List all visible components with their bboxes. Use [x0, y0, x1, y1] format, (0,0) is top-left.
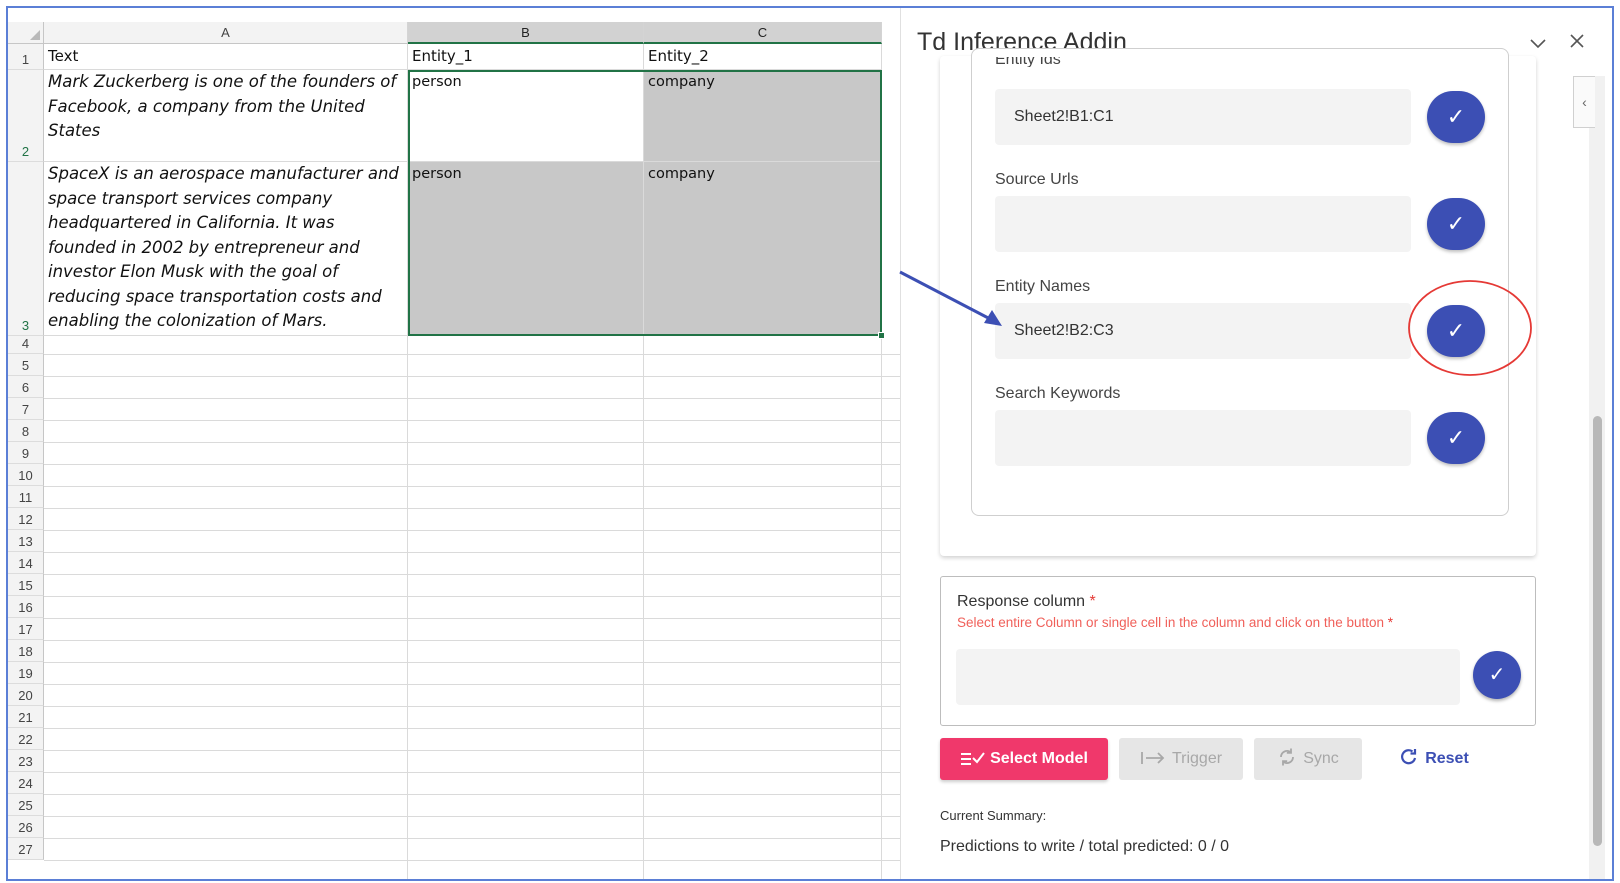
- response-column-hint: Select entire Column or single cell in t…: [957, 615, 1393, 630]
- row-header[interactable]: 24: [8, 772, 44, 794]
- entity-names-field[interactable]: Sheet2!B2:C3: [995, 303, 1411, 359]
- row-header[interactable]: 18: [8, 640, 44, 662]
- row-header[interactable]: 14: [8, 552, 44, 574]
- row-header[interactable]: 26: [8, 816, 44, 838]
- select-model-label: Select Model: [990, 750, 1088, 767]
- sheet-top-strip: [8, 8, 900, 22]
- entity-names-label: Entity Names: [995, 278, 1091, 295]
- trigger-button[interactable]: Trigger: [1119, 738, 1243, 780]
- fill-handle[interactable]: [878, 332, 885, 339]
- row-header[interactable]: 5: [8, 354, 44, 376]
- row-header[interactable]: 1: [8, 44, 44, 70]
- row-header[interactable]: 13: [8, 530, 44, 552]
- source-urls-label: Source Urls: [995, 171, 1079, 188]
- cell-a2[interactable]: Mark Zuckerberg is one of the founders o…: [44, 70, 408, 162]
- cell-b2[interactable]: person: [408, 70, 644, 162]
- scrollbar-thumb[interactable]: [1593, 416, 1602, 846]
- response-column-field[interactable]: [956, 649, 1460, 705]
- sync-label: Sync: [1303, 750, 1339, 767]
- cell-a3[interactable]: SpaceX is an aerospace manufacturer and …: [44, 162, 408, 336]
- row-header[interactable]: 19: [8, 662, 44, 684]
- fields-card: Entity Ids Sheet2!B1:C1 ✓ Source Urls ✓ …: [971, 48, 1509, 516]
- reset-button[interactable]: Reset: [1379, 738, 1489, 780]
- search-keywords-field[interactable]: [995, 410, 1411, 466]
- response-column-label: Response column *: [957, 593, 1096, 611]
- row-header[interactable]: 22: [8, 728, 44, 750]
- search-keywords-confirm-button[interactable]: ✓: [1427, 412, 1485, 464]
- select-all-corner[interactable]: [8, 22, 44, 44]
- row-header[interactable]: 2: [8, 70, 44, 162]
- row-header[interactable]: 17: [8, 618, 44, 640]
- column-header-b[interactable]: B: [408, 22, 644, 44]
- cell-c2[interactable]: company: [644, 70, 882, 162]
- trigger-label: Trigger: [1171, 750, 1223, 767]
- source-urls-field[interactable]: [995, 196, 1411, 252]
- arrow-right-bar-icon: [1141, 752, 1165, 764]
- row-header[interactable]: 12: [8, 508, 44, 530]
- cell-a1[interactable]: Text: [44, 44, 408, 70]
- source-urls-confirm-button[interactable]: ✓: [1427, 198, 1485, 250]
- row-header[interactable]: 25: [8, 794, 44, 816]
- row-header[interactable]: 20: [8, 684, 44, 706]
- row-header[interactable]: 21: [8, 706, 44, 728]
- list-check-icon: [961, 752, 985, 765]
- row-header[interactable]: 7: [8, 398, 44, 420]
- reset-label: Reset: [1425, 750, 1469, 767]
- check-icon: ✓: [1446, 104, 1466, 129]
- row-header[interactable]: 23: [8, 750, 44, 772]
- row-header[interactable]: 27: [8, 838, 44, 860]
- row-header[interactable]: 16: [8, 596, 44, 618]
- response-column-confirm-button[interactable]: ✓: [1473, 651, 1521, 699]
- response-column-label-text: Response column: [957, 593, 1086, 610]
- empty-grid: [44, 336, 900, 879]
- side-collapse-tab[interactable]: ‹: [1573, 76, 1595, 128]
- close-icon[interactable]: [1569, 32, 1585, 55]
- task-pane: Td Inference Addin ‹ Entity Ids Sheet2!B…: [900, 8, 1612, 879]
- entity-ids-confirm-button[interactable]: ✓: [1427, 91, 1485, 143]
- current-summary-label: Current Summary:: [940, 808, 1047, 823]
- search-keywords-label: Search Keywords: [995, 385, 1121, 402]
- entity-names-confirm-button[interactable]: ✓: [1427, 305, 1485, 357]
- sync-icon: [1280, 748, 1295, 766]
- entity-ids-label: Entity Ids: [995, 57, 1061, 67]
- column-header-a[interactable]: A: [44, 22, 408, 44]
- row-header[interactable]: 4: [8, 336, 44, 354]
- select-model-button[interactable]: Select Model: [940, 738, 1108, 780]
- row-header[interactable]: 9: [8, 442, 44, 464]
- cell-c1[interactable]: Entity_2: [644, 44, 882, 70]
- response-column-card: Response column * Select entire Column o…: [940, 576, 1536, 726]
- row-header[interactable]: 10: [8, 464, 44, 486]
- check-icon: ✓: [1446, 211, 1466, 236]
- row-header[interactable]: 15: [8, 574, 44, 596]
- required-mark: *: [1089, 593, 1096, 610]
- response-column-hint-text: Select entire Column or single cell in t…: [957, 615, 1384, 630]
- check-icon: ✓: [1488, 664, 1506, 686]
- sync-button[interactable]: Sync: [1254, 738, 1362, 780]
- row-header[interactable]: 11: [8, 486, 44, 508]
- check-icon: ✓: [1446, 425, 1466, 450]
- predictions-summary: Predictions to write / total predicted: …: [940, 838, 1230, 855]
- required-mark: *: [1387, 615, 1394, 630]
- row-header[interactable]: 6: [8, 376, 44, 398]
- spreadsheet: A B C 1 2 3 4 5 6 7 8 9 10 11 12 13 14 1…: [8, 8, 900, 879]
- cell-b1[interactable]: Entity_1: [408, 44, 644, 70]
- screenshot-frame: A B C 1 2 3 4 5 6 7 8 9 10 11 12 13 14 1…: [6, 6, 1614, 881]
- chevron-down-icon[interactable]: [1529, 34, 1547, 55]
- entity-ids-field[interactable]: Sheet2!B1:C1: [995, 89, 1411, 145]
- column-header-c[interactable]: C: [644, 22, 882, 44]
- check-icon: ✓: [1446, 318, 1466, 343]
- cell-c3[interactable]: company: [644, 162, 882, 336]
- cell-b3[interactable]: person: [408, 162, 644, 336]
- row-header[interactable]: 8: [8, 420, 44, 442]
- refresh-icon: [1401, 749, 1417, 765]
- row-header[interactable]: 3: [8, 162, 44, 336]
